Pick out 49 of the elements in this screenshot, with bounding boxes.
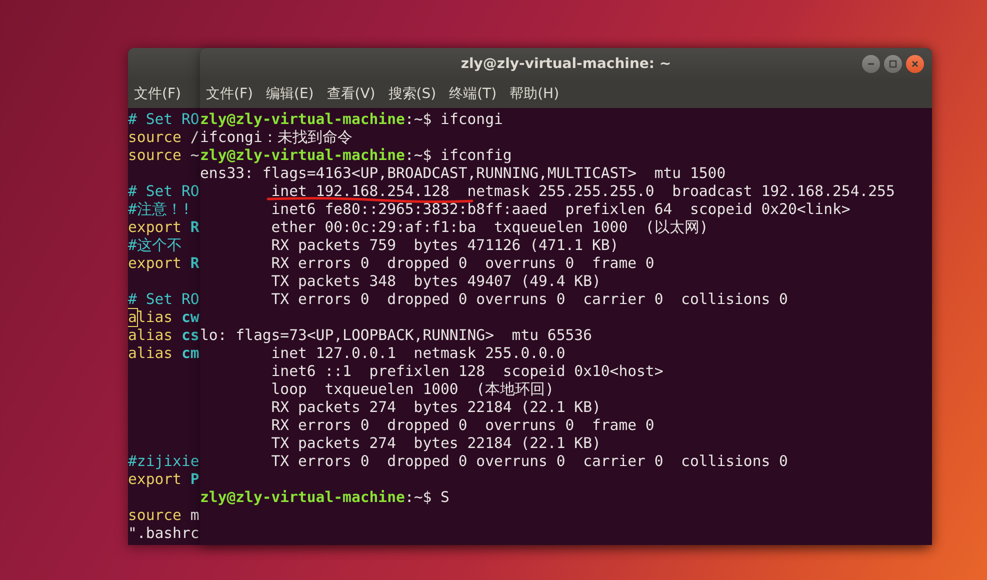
terminal-line: #zijixie	[128, 453, 200, 471]
terminal-line: TX packets 274 bytes 22184 (22.1 KB)	[270, 435, 601, 453]
maximize-button[interactable]	[884, 55, 902, 73]
terminal-line: ".bashrc	[128, 525, 200, 543]
terminal-line: #注意！!	[128, 201, 191, 219]
terminal-line: alias cw	[128, 309, 200, 327]
menu-item[interactable]: 搜索(S)	[388, 85, 436, 103]
terminal-line: ether 00:0c:29:af:f1:ba txqueuelen 1000 (以太网)	[270, 219, 708, 237]
menu-item[interactable]: 查看(V)	[326, 85, 376, 103]
terminal-line: #这个不	[128, 237, 182, 255]
terminal-line: # Set RO	[128, 183, 200, 201]
terminal-line: TX packets 348 bytes 49407 (49.4 KB)	[270, 273, 601, 291]
terminal-line: export P	[128, 471, 200, 489]
window-title: zly@zly-virtual-machine: ~	[460, 56, 672, 72]
terminal-line: zly@zly-virtual-machine:~$ ifcongi	[200, 111, 503, 129]
terminal-line: inet6 ::1 prefixlen 128 scopeid 0x10<host>	[270, 363, 664, 381]
menu-item[interactable]: 文件(F)	[134, 85, 181, 103]
menu-item[interactable]: 文件(F)	[206, 85, 253, 103]
terminal-line: zly@zly-virtual-machine:~$ S	[200, 489, 450, 507]
terminal-line: TX errors 0 dropped 0 overruns 0 carrier 0 collisions 0	[270, 453, 788, 471]
terminal-line: inet 127.0.0.1 netmask 255.0.0.0	[270, 345, 566, 363]
terminal-line: lo: flags=73<UP,LOOPBACK,RUNNING> mtu 65536	[200, 327, 592, 345]
terminal-line: TX errors 0 dropped 0 overruns 0 carrier 0 collisions 0	[270, 291, 788, 309]
terminal-line: export R	[128, 255, 200, 273]
terminal-line: source m	[128, 507, 200, 525]
terminal-line: zly@zly-virtual-machine:~$ ifconfig	[200, 147, 512, 165]
close-button[interactable]	[906, 55, 924, 73]
terminal-line: export R	[128, 219, 200, 237]
terminal-line: RX errors 0 dropped 0 overruns 0 frame 0	[270, 417, 654, 435]
terminal-line: RX packets 759 bytes 471126 (471.1 KB)	[270, 237, 619, 255]
terminal-line: RX packets 274 bytes 22184 (22.1 KB)	[270, 399, 601, 417]
minimize-button[interactable]	[862, 55, 880, 73]
menu-item[interactable]: 编辑(E)	[266, 85, 314, 103]
terminal-line: RX errors 0 dropped 0 overruns 0 frame 0	[270, 255, 654, 273]
terminal-line: alias cs	[128, 327, 200, 345]
terminal-line: source /	[128, 129, 200, 147]
terminal-line: loop txqueuelen 1000 (本地环回)	[270, 381, 554, 399]
terminal-line: alias cm	[128, 345, 200, 363]
terminal-line: # Set RO	[128, 111, 200, 129]
terminal-line: inet6 fe80::2965:3832:b8ff:aaed prefixlen 64 scopeid 0x20<link>	[270, 201, 850, 219]
terminal-line: ens33: flags=4163<UP,BROADCAST,RUNNING,MULTICAST> mtu 1500	[200, 165, 726, 183]
terminal-line: # Set RO	[128, 291, 200, 309]
close-icon	[910, 59, 920, 69]
menu-item[interactable]: 帮助(H)	[510, 85, 560, 103]
menu-item[interactable]: 终端(T)	[449, 85, 497, 103]
terminal-line: inet 192.168.254.128 netmask 255.255.255.0 broadcast 192.168.254.255	[200, 183, 895, 201]
terminal-line: ifcongi：未找到命令	[200, 129, 352, 147]
terminal-line: source ~	[128, 147, 200, 165]
maximize-icon	[888, 59, 898, 69]
